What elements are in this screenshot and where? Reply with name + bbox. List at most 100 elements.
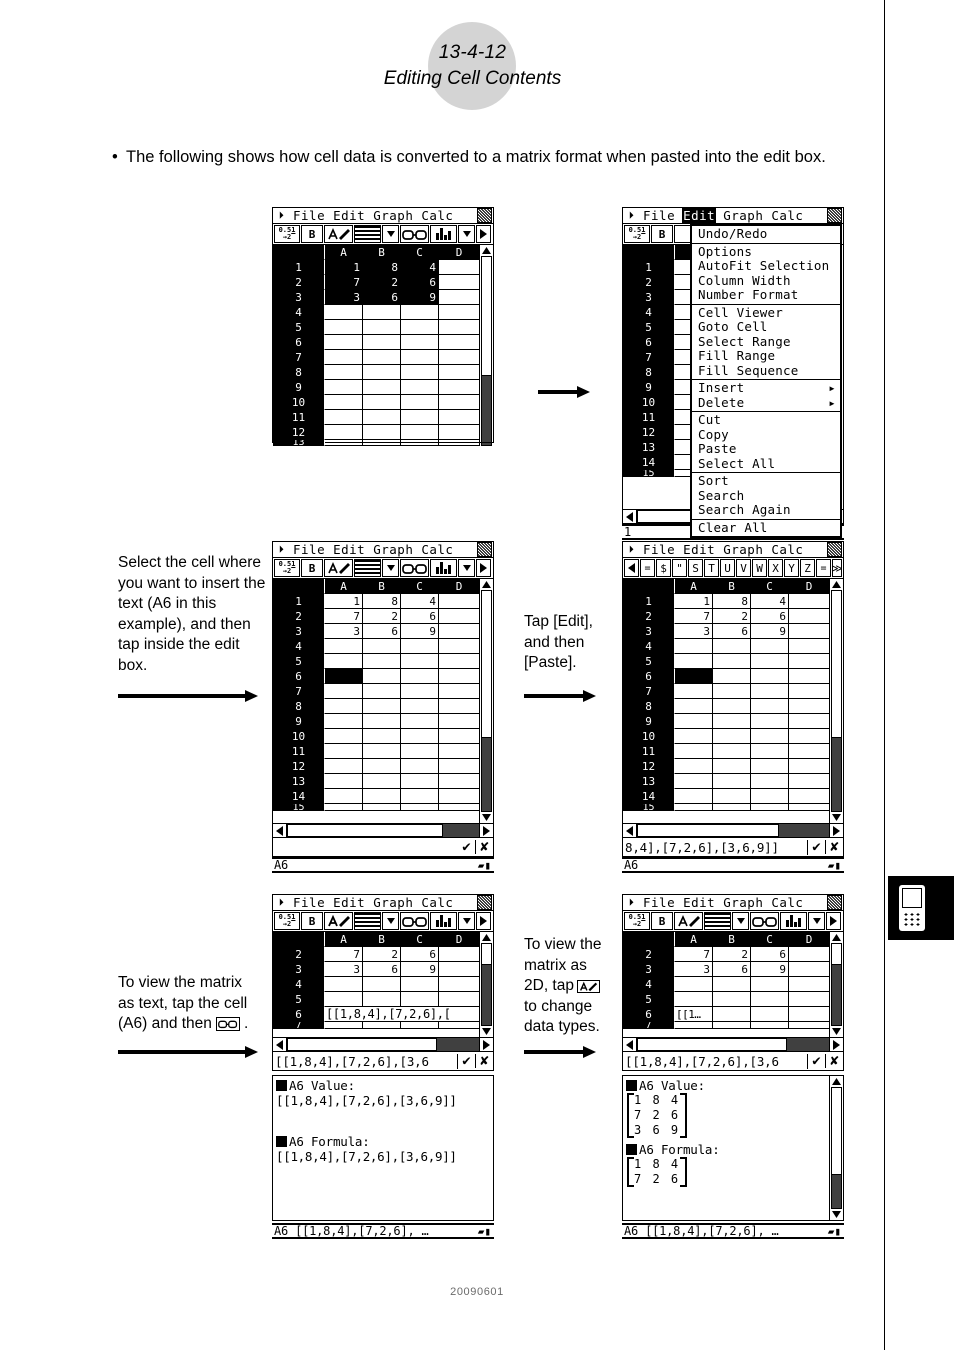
table-row[interactable]: 13 [273, 774, 479, 789]
cell[interactable] [439, 350, 479, 365]
cell[interactable] [363, 440, 401, 446]
data-type-button[interactable] [324, 559, 353, 577]
cell-a6-matrix-truncated[interactable]: [[1… [675, 1007, 713, 1022]
row-header[interactable]: 4 [273, 305, 325, 320]
cell[interactable] [751, 977, 789, 992]
cell[interactable] [751, 804, 789, 811]
row-header[interactable]: 7 [623, 350, 675, 365]
scrollbar-track[interactable] [637, 1038, 829, 1051]
row-header[interactable]: 8 [623, 699, 675, 714]
cell[interactable] [325, 305, 363, 320]
table-row[interactable]: 5 [623, 654, 829, 669]
cell[interactable] [713, 774, 751, 789]
cell[interactable] [751, 759, 789, 774]
row-header[interactable]: 7 [623, 1022, 675, 1029]
cell[interactable] [363, 654, 401, 669]
menubar[interactable]: 🞂 File Edit Graph Calc [622, 541, 844, 558]
cell[interactable] [713, 684, 751, 699]
menu-graph[interactable]: Graph [372, 208, 414, 223]
cell[interactable] [401, 789, 439, 804]
data-type-button[interactable] [324, 912, 353, 930]
row-header[interactable]: 5 [623, 654, 675, 669]
cell[interactable] [789, 744, 829, 759]
cell[interactable] [713, 804, 751, 811]
table-row[interactable]: 15 [623, 804, 829, 811]
cell[interactable] [713, 992, 751, 1007]
cell-d2[interactable] [789, 947, 829, 962]
row-header[interactable]: 5 [273, 654, 325, 669]
scroll-right-arrow[interactable] [829, 824, 843, 837]
cell[interactable] [789, 654, 829, 669]
cell[interactable] [325, 714, 363, 729]
cell[interactable] [401, 639, 439, 654]
cell[interactable] [789, 977, 829, 992]
cell[interactable] [325, 684, 363, 699]
row-header[interactable]: 2 [273, 947, 325, 962]
row-header[interactable]: 2 [623, 609, 675, 624]
table-row[interactable]: 6 [[1… [623, 1007, 829, 1022]
cell[interactable] [363, 320, 401, 335]
cell[interactable] [713, 669, 751, 684]
scroll-down-arrow[interactable] [830, 1209, 843, 1220]
cell[interactable] [401, 714, 439, 729]
cell[interactable] [401, 440, 439, 446]
menubar[interactable]: 🞂 File Edit Graph Calc [272, 207, 494, 224]
cell[interactable] [401, 380, 439, 395]
menu-file[interactable]: File [292, 895, 326, 910]
chart-button[interactable] [780, 912, 807, 930]
cell-c1[interactable]: 4 [751, 594, 789, 609]
scrollbar-thumb[interactable] [831, 1087, 842, 1175]
menubar[interactable]: 🞂 File Edit Graph Calc [622, 894, 844, 911]
menu-item-undo-redo[interactable]: Undo/Redo [692, 226, 840, 242]
cell[interactable] [789, 729, 829, 744]
grid-corner[interactable] [623, 932, 675, 947]
cell-c2[interactable]: 6 [401, 609, 439, 624]
column-header-d[interactable]: D [789, 932, 829, 947]
cell[interactable] [675, 684, 713, 699]
table-row[interactable]: 7 [623, 684, 829, 699]
menu-item-select-all[interactable]: Select All [692, 456, 840, 472]
cell-b3[interactable]: 6 [363, 624, 401, 639]
cell[interactable] [751, 1022, 789, 1029]
row-header[interactable]: 3 [273, 624, 325, 639]
chart-dropdown[interactable] [808, 912, 825, 930]
menu-graph[interactable]: Graph [722, 208, 764, 223]
decimal-fraction-toggle[interactable]: 0.51 →2 [624, 225, 650, 243]
table-row[interactable]: 7 [273, 350, 479, 365]
cell[interactable] [363, 335, 401, 350]
cell[interactable] [363, 380, 401, 395]
menu-edit[interactable]: Edit [682, 542, 716, 557]
column-header-c[interactable]: C [401, 932, 439, 947]
cell[interactable] [363, 992, 401, 1007]
horizontal-scrollbar[interactable] [272, 824, 494, 838]
scroll-up-arrow[interactable] [830, 579, 843, 590]
menu-graph[interactable]: Graph [722, 895, 764, 910]
cell-viewer-button[interactable] [750, 912, 779, 930]
row-header[interactable]: 14 [623, 455, 675, 470]
line-style-button[interactable] [354, 225, 381, 243]
cell[interactable] [713, 654, 751, 669]
scrollbar-track[interactable] [287, 1038, 479, 1051]
menu-item-goto-cell[interactable]: Goto Cell [692, 319, 840, 335]
scroll-left-arrow[interactable] [273, 1038, 287, 1051]
table-row[interactable]: 9 [623, 714, 829, 729]
table-row[interactable]: 9 [273, 380, 479, 395]
edit-box-value[interactable]: [[1,8,4],[7,2,6],[3,6 [273, 1053, 458, 1069]
cell-a2[interactable]: 7 [675, 609, 713, 624]
table-row[interactable]: 9 [273, 714, 479, 729]
cell[interactable] [439, 1022, 479, 1029]
cell[interactable] [401, 729, 439, 744]
cell[interactable] [363, 425, 401, 440]
table-row[interactable]: 3369 [273, 962, 479, 977]
cell[interactable] [401, 774, 439, 789]
edit-box[interactable]: ✔ ✘ [272, 838, 494, 857]
resize-icon[interactable] [477, 208, 492, 223]
edit-menu-dropdown[interactable]: Undo/Redo Options AutoFit Selection Colu… [690, 224, 842, 538]
cell-c3[interactable]: 9 [401, 962, 439, 977]
cell-viewer-panel[interactable]: A6 Value: 1 8 4 7 2 6 3 6 9 A6 Formula: … [622, 1075, 844, 1221]
row-header[interactable]: 4 [623, 977, 675, 992]
menu-graph[interactable]: Graph [722, 542, 764, 557]
cell[interactable] [363, 410, 401, 425]
row-header[interactable]: 1 [623, 594, 675, 609]
grid-body[interactable]: A B C D 1184 2726 3369 4 5 6 7 8 9 10 11… [623, 579, 829, 823]
